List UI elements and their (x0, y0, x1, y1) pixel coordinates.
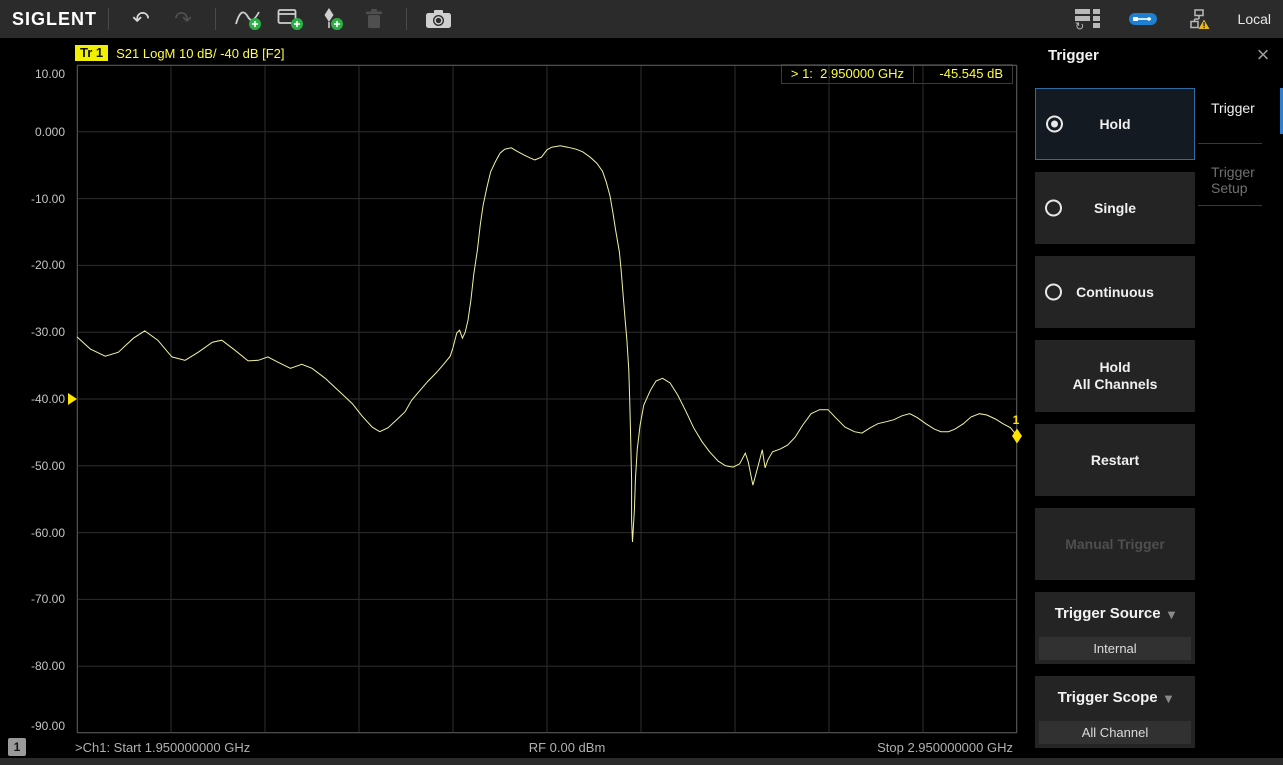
add-window-button[interactable] (272, 3, 308, 35)
panel-button-restart[interactable]: Restart (1035, 424, 1195, 496)
trace-format-label[interactable]: S21 LogM 10 dB/ -40 dB [F2] (116, 46, 284, 61)
y-axis-label: -80.00 (31, 659, 65, 673)
toolbar-separator (406, 8, 407, 30)
vna-screen: SIGLENT ↶ ↷ (0, 0, 1283, 765)
chevron-down-icon: ▼ (1165, 694, 1173, 705)
delete-button[interactable] (356, 3, 392, 35)
top-toolbar: SIGLENT ↶ ↷ (0, 0, 1283, 38)
display-layout-icon: ↻ (1072, 6, 1102, 32)
trigger-source-block: Trigger Source▼ Internal (1035, 592, 1195, 664)
trigger-scope-dropdown[interactable]: Trigger Scope▼ (1035, 689, 1195, 706)
panel-button-label: Single (1094, 200, 1136, 217)
display-layout-button[interactable]: ↻ (1069, 3, 1105, 35)
status-stop-frequency: Stop 2.950000000 GHz (77, 740, 1013, 755)
toolbar-separator (215, 8, 216, 30)
radio-unselected-icon (1045, 284, 1062, 301)
siglent-logo: SIGLENT (12, 9, 97, 30)
y-axis-label: 10.00 (35, 67, 65, 81)
tab-divider (1198, 143, 1262, 144)
add-window-icon (276, 6, 304, 32)
panel-button-hold[interactable]: Hold (1035, 88, 1195, 160)
panel-button-hold-all-channels[interactable]: HoldAll Channels (1035, 340, 1195, 412)
usb-icon (1129, 12, 1157, 26)
trace-info-bar: Tr 1 S21 LogM 10 dB/ -40 dB [F2] (75, 45, 285, 61)
y-axis-label: -90.00 (31, 719, 65, 733)
y-axis-label: -10.00 (31, 192, 65, 206)
panel-button-label: Continuous (1076, 284, 1154, 301)
bottom-strip (0, 758, 1283, 765)
trash-icon (361, 6, 387, 32)
panel-button-manual-trigger: Manual Trigger (1035, 508, 1195, 580)
undo-button[interactable]: ↶ (123, 3, 159, 35)
trigger-panel: Trigger × Hold Single Continuous HoldAll Ch… (1030, 38, 1283, 758)
tab-trigger[interactable]: Trigger (1211, 100, 1281, 116)
grid-lines (77, 65, 1017, 733)
chevron-down-icon: ▼ (1168, 610, 1176, 621)
redo-icon: ↷ (174, 9, 192, 30)
screenshot-button[interactable] (421, 3, 457, 35)
add-trace-button[interactable] (230, 3, 266, 35)
tab-divider (1198, 205, 1262, 206)
add-trace-icon (233, 6, 263, 32)
add-marker-icon (319, 6, 345, 32)
lan-warning-icon (1188, 8, 1210, 30)
usb-status-button[interactable] (1125, 3, 1161, 35)
undo-icon: ↶ (132, 9, 150, 30)
y-axis-label: 0.000 (35, 125, 65, 139)
trigger-source-dropdown[interactable]: Trigger Source▼ (1035, 605, 1195, 622)
y-axis-label: -70.00 (31, 592, 65, 606)
y-axis-label: -30.00 (31, 325, 65, 339)
camera-icon (424, 7, 454, 31)
y-axis-label: -60.00 (31, 526, 65, 540)
panel-button-label: HoldAll Channels (1073, 359, 1158, 393)
toolbar-right-group: ↻ Lo (1066, 3, 1271, 35)
channel-badge[interactable]: 1 (8, 738, 26, 756)
panel-button-label: Restart (1091, 452, 1139, 469)
reference-level-triangle-icon[interactable] (68, 393, 77, 405)
y-axis: 10.00 0.000 -10.00 -20.00 -30.00 -40.00 -50.00… (0, 65, 71, 733)
y-axis-label: -50.00 (31, 459, 65, 473)
panel-title: Trigger (1048, 47, 1099, 64)
y-axis-label: -20.00 (31, 258, 65, 272)
tab-trigger-setup[interactable]: Trigger Setup (1211, 164, 1273, 196)
redo-button[interactable]: ↷ (165, 3, 201, 35)
add-marker-button[interactable] (314, 3, 350, 35)
toolbar-separator (108, 8, 109, 30)
panel-button-single[interactable]: Single (1035, 172, 1195, 244)
radio-unselected-icon (1045, 200, 1062, 217)
radio-selected-icon (1046, 116, 1063, 133)
trace-badge[interactable]: Tr 1 (75, 45, 108, 61)
panel-button-label: Manual Trigger (1065, 536, 1165, 553)
trigger-scope-block: Trigger Scope▼ All Channel (1035, 676, 1195, 748)
panel-button-label: Hold (1099, 116, 1130, 133)
local-mode-label: Local (1238, 11, 1271, 27)
y-axis-label: -40.00 (31, 392, 65, 406)
panel-button-continuous[interactable]: Continuous (1035, 256, 1195, 328)
refresh-glyph: ↻ (1075, 21, 1084, 32)
trigger-scope-value[interactable]: All Channel (1039, 721, 1191, 744)
marker-number-label: 1 (1013, 413, 1020, 427)
trigger-source-value[interactable]: Internal (1039, 637, 1191, 660)
close-icon[interactable]: × (1251, 43, 1275, 67)
lan-status-button[interactable] (1181, 3, 1217, 35)
plot-grid: 1 (77, 65, 1017, 733)
